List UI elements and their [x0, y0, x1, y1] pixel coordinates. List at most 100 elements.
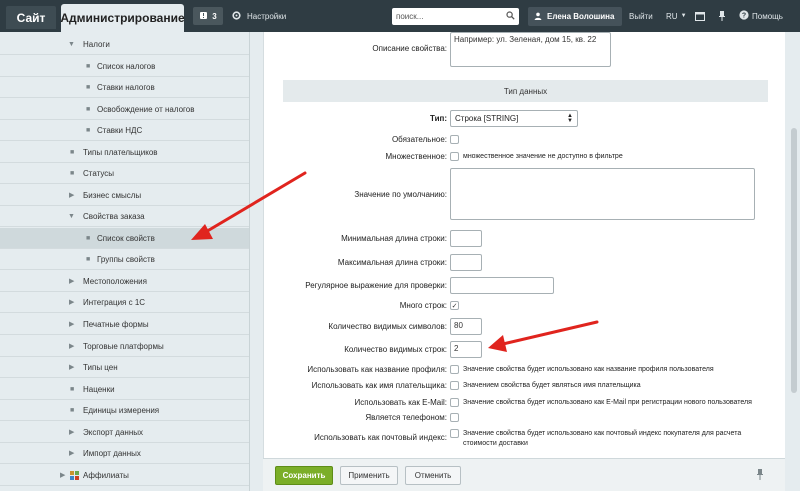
- scrollbar-thumb[interactable]: [791, 128, 797, 393]
- pin-icon[interactable]: [718, 6, 726, 26]
- as-zip-checkbox[interactable]: [450, 429, 459, 438]
- sidebar-item-label: Ставки НДС: [97, 125, 143, 135]
- expanded-icon: ▼: [68, 40, 75, 48]
- user-name: Елена Волошина: [547, 12, 615, 21]
- sidebar-item-1c-integration[interactable]: ▶ Интеграция с 1С: [0, 292, 249, 313]
- sidebar-item-label: Импорт данных: [83, 448, 141, 458]
- bullet-icon: ■: [70, 385, 75, 393]
- sidebar-item-label: Наценки: [83, 384, 115, 394]
- sidebar-item-print-forms[interactable]: ▶ Печатные формы: [0, 314, 249, 335]
- sidebar-item-order-properties[interactable]: ▼ Свойства заказа: [0, 206, 249, 227]
- sidebar-item-label: Список налогов: [97, 61, 156, 71]
- is-phone-checkbox[interactable]: [450, 413, 459, 422]
- search-icon[interactable]: [506, 11, 515, 22]
- bullet-icon: ■: [70, 148, 75, 156]
- visible-rows-input[interactable]: 2: [450, 341, 482, 358]
- regex-input[interactable]: [450, 277, 554, 294]
- required-label: Обязательное:: [391, 135, 447, 144]
- bullet-icon: ■: [86, 105, 91, 113]
- notifications-button[interactable]: 3: [193, 7, 223, 25]
- sidebar-item-affiliates[interactable]: ▶ Аффилиаты: [0, 465, 249, 486]
- sidebar-item-property-groups[interactable]: ■ Группы свойств: [0, 249, 249, 270]
- sidebar-item-label: Экспорт данных: [83, 427, 143, 437]
- sidebar-item-taxes[interactable]: ▼ Налоги: [0, 34, 249, 55]
- logout-label: Выйти: [629, 11, 653, 21]
- select-arrows-icon: ▲ ▼: [567, 112, 573, 124]
- sidebar-item-trade-platforms[interactable]: ▶ Торговые платформы: [0, 336, 249, 357]
- sidebar-item-price-types[interactable]: ▶ Типы цен: [0, 357, 249, 378]
- sidebar-item-label: Торговые платформы: [83, 341, 164, 351]
- sidebar-item-units[interactable]: ■ Единицы измерения: [0, 400, 249, 421]
- sidebar-item-tax-list[interactable]: ■ Список налогов: [0, 56, 249, 77]
- save-button[interactable]: Сохранить: [275, 466, 333, 485]
- pin-icon[interactable]: [756, 469, 764, 482]
- collapsed-icon: ▶: [69, 364, 75, 371]
- language-switcher[interactable]: RU ▼: [666, 6, 687, 26]
- default-value-label: Значение по умолчанию:: [354, 190, 447, 199]
- sidebar-item-label: Печатные формы: [83, 319, 149, 329]
- sidebar-item-payer-types[interactable]: ■ Типы плательщиков: [0, 142, 249, 163]
- expanded-icon: ▼: [68, 212, 75, 220]
- sidebar-item-markups[interactable]: ■ Наценки: [0, 379, 249, 400]
- sidebar-item-vat-rates[interactable]: ■ Ставки НДС: [0, 120, 249, 141]
- default-value-textarea[interactable]: [450, 168, 755, 220]
- site-tab[interactable]: Сайт: [6, 6, 56, 29]
- multiple-checkbox[interactable]: [450, 152, 459, 161]
- as-payer-hint: Значением свойства будет являться имя пл…: [463, 382, 641, 389]
- sidebar-item-label: Список свойств: [97, 233, 155, 243]
- as-email-checkbox[interactable]: [450, 398, 459, 407]
- bullet-icon: ■: [86, 126, 91, 134]
- admin-tab[interactable]: Администрирование: [60, 4, 185, 32]
- language-label: RU: [666, 11, 678, 21]
- as-payer-checkbox[interactable]: [450, 381, 459, 390]
- required-checkbox[interactable]: [450, 135, 459, 144]
- search-input[interactable]: поиск...: [396, 12, 423, 21]
- sidebar-item-data-export[interactable]: ▶ Экспорт данных: [0, 422, 249, 443]
- sidebar-item-statuses[interactable]: ■ Статусы: [0, 163, 249, 184]
- sidebar-item-tax-rates[interactable]: ■ Ставки налогов: [0, 77, 249, 98]
- form-button-bar: Сохранить Применить Отменить: [263, 458, 785, 491]
- sidebar-item-locations[interactable]: ▶ Местоположения: [0, 271, 249, 292]
- description-label: Описание свойства:: [372, 44, 447, 53]
- type-select[interactable]: Строка [STRING] ▲ ▼: [450, 110, 578, 127]
- multiple-hint: множественное значение не доступно в фил…: [463, 153, 623, 160]
- is-phone-label: Является телефоном:: [365, 413, 447, 422]
- user-menu[interactable]: Елена Волошина: [528, 7, 622, 26]
- as-profile-label: Использовать как название профиля:: [307, 365, 447, 374]
- sidebar-item-tax-exemption[interactable]: ■ Освобождение от налогов: [0, 99, 249, 120]
- property-edit-form: Описание свойства: Например: ул. Зеленая…: [263, 32, 785, 458]
- settings-link[interactable]: Настройки: [232, 6, 286, 26]
- visible-chars-input[interactable]: 80: [450, 318, 482, 335]
- sidebar-item-label: Аффилиаты: [83, 470, 129, 480]
- max-length-input[interactable]: [450, 254, 482, 271]
- sidebar-item-label: Группы свойств: [97, 254, 155, 264]
- multiple-label: Множественное:: [385, 152, 447, 161]
- top-admin-bar: Сайт Администрирование 3 Настройки поиск…: [0, 0, 800, 32]
- collapsed-icon: ▶: [60, 472, 66, 479]
- multiline-checkbox[interactable]: ✓: [450, 301, 459, 310]
- collapsed-icon: ▶: [69, 192, 75, 199]
- sidebar-item-property-list[interactable]: ■ Список свойств: [0, 228, 249, 249]
- sidebar-item-business-meanings[interactable]: ▶ Бизнес смыслы: [0, 185, 249, 206]
- collapsed-icon: ▶: [69, 450, 75, 457]
- window-icon[interactable]: [695, 6, 705, 26]
- as-profile-checkbox[interactable]: [450, 365, 459, 374]
- section-data-type: Тип данных: [283, 80, 768, 102]
- min-length-input[interactable]: [450, 230, 482, 247]
- logout-link[interactable]: Выйти: [629, 6, 653, 26]
- help-icon: ?: [739, 10, 749, 22]
- bullet-icon: ■: [86, 234, 91, 242]
- chevron-down-icon: ▼: [680, 13, 687, 19]
- apply-button[interactable]: Применить: [340, 466, 398, 485]
- user-icon: [534, 12, 542, 22]
- cancel-button[interactable]: Отменить: [405, 466, 461, 485]
- help-link[interactable]: ? Помощь: [739, 6, 783, 26]
- section-title: Тип данных: [503, 86, 548, 96]
- description-field[interactable]: Например: ул. Зеленая, дом 15, кв. 22: [450, 32, 611, 67]
- search-box[interactable]: поиск...: [392, 8, 519, 25]
- grid-icon: [70, 470, 79, 480]
- sidebar-item-data-import[interactable]: ▶ Импорт данных: [0, 443, 249, 464]
- sidebar-menu: ▼ Налоги ■ Список налогов ■ Ставки налог…: [0, 32, 250, 491]
- sidebar-item-label: Освобождение от налогов: [97, 104, 195, 114]
- bullet-icon: ■: [86, 83, 91, 91]
